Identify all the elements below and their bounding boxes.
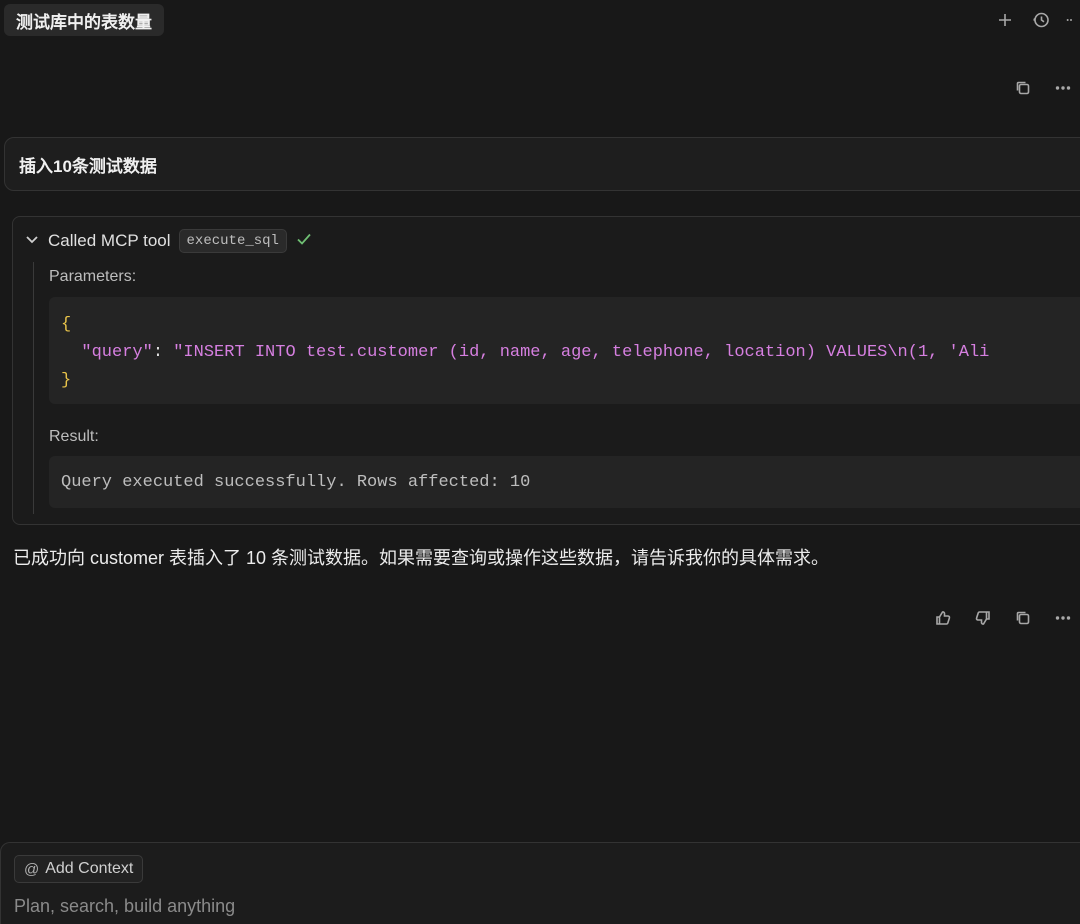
json-colon: : — [152, 343, 174, 362]
message-actions-bottom — [932, 607, 1074, 629]
more-icon[interactable] — [1052, 77, 1074, 99]
json-value: "INSERT INTO test.customer (id, name, ag… — [173, 343, 990, 362]
json-open-brace: { — [61, 315, 72, 334]
add-context-label: Add Context — [45, 860, 134, 877]
assistant-message: 已成功向 customer 表插入了 10 条测试数据。如果需要查询或操作这些数… — [13, 548, 830, 568]
user-message[interactable]: 插入10条测试数据 — [4, 137, 1080, 191]
plus-icon[interactable] — [994, 9, 1016, 31]
result-text: Query executed successfully. Rows affect… — [61, 472, 531, 492]
json-close-brace: } — [61, 371, 72, 390]
copy-icon[interactable] — [1012, 607, 1034, 629]
message-actions-top — [1012, 77, 1074, 99]
parameters-label: Parameters: — [49, 268, 137, 285]
tool-call-divider — [33, 262, 34, 514]
conversation-tab-title: 测试库中的表数量 — [16, 12, 152, 32]
result-label: Result: — [49, 428, 99, 445]
json-key: "query" — [81, 343, 153, 362]
user-message-text: 插入10条测试数据 — [19, 156, 157, 176]
thumbs-up-icon[interactable] — [932, 607, 954, 629]
chevron-down-icon[interactable] — [24, 231, 40, 252]
copy-icon[interactable] — [1012, 77, 1034, 99]
conversation-tab[interactable]: 测试库中的表数量 — [4, 4, 164, 36]
tool-call-label: Called MCP tool — [48, 231, 171, 250]
result-code-block[interactable]: Query executed successfully. Rows affect… — [49, 456, 1080, 508]
history-icon[interactable] — [1030, 9, 1052, 31]
add-context-button[interactable]: @ Add Context — [14, 855, 144, 883]
thumbs-down-icon[interactable] — [972, 607, 994, 629]
chat-input[interactable] — [14, 894, 1014, 918]
tool-name-badge: execute_sql — [178, 229, 287, 253]
check-icon — [295, 230, 313, 253]
top-toolbar — [994, 8, 1080, 32]
more-icon[interactable] — [1066, 9, 1076, 31]
at-icon: @ — [24, 860, 40, 878]
parameters-code-block[interactable]: { "query": "INSERT INTO test.customer (i… — [49, 297, 1080, 404]
more-icon[interactable] — [1052, 607, 1074, 629]
tool-call-header[interactable]: Called MCP tool execute_sql — [24, 228, 313, 254]
